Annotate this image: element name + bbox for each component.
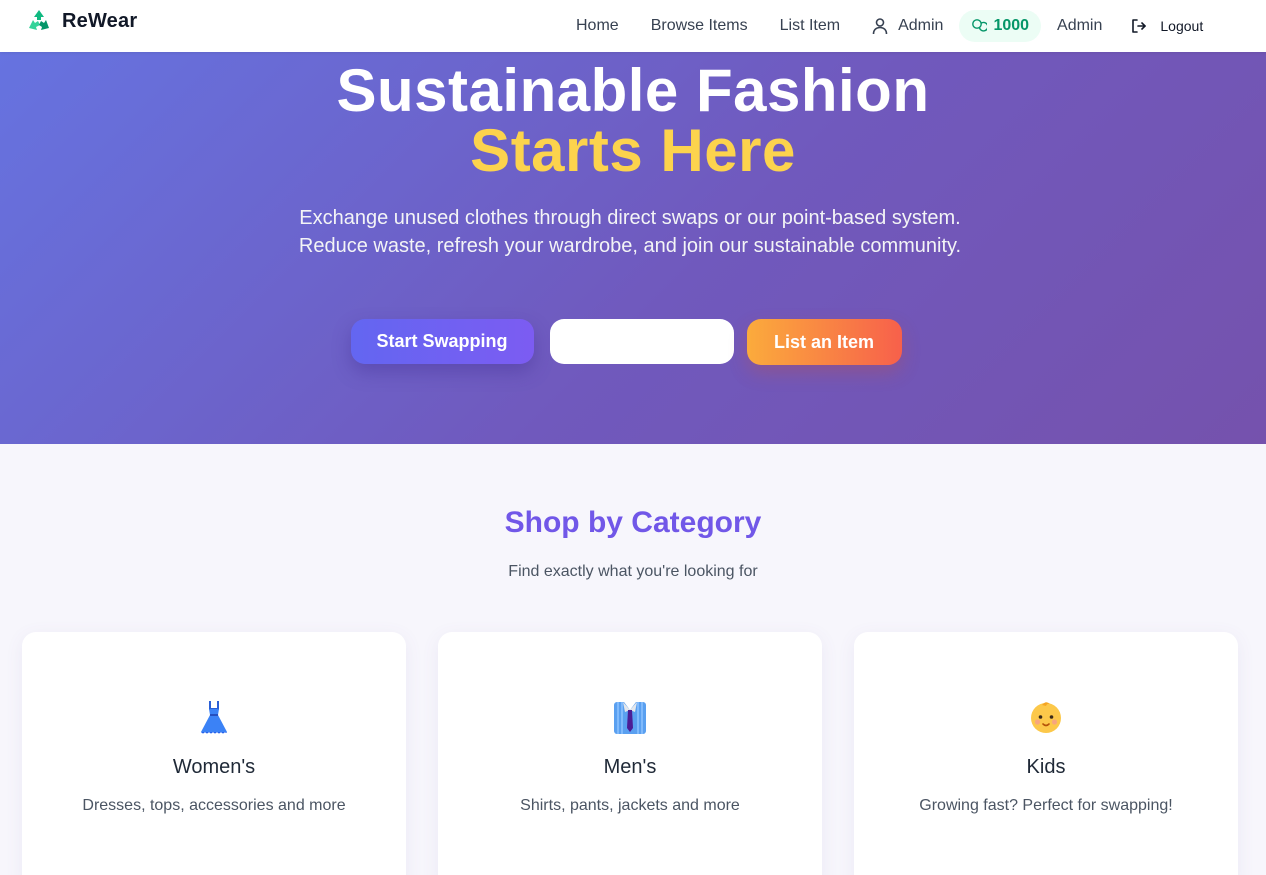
hero-actions: Start Swapping List an Item xyxy=(0,319,1266,365)
nav-user-profile[interactable]: Admin xyxy=(856,16,959,36)
category-title: Men's xyxy=(603,756,657,778)
category-card-womens[interactable]: Women's Dresses, tops, accessories and m… xyxy=(22,632,406,875)
user-icon xyxy=(872,18,888,35)
category-title: Women's xyxy=(172,756,256,778)
category-description: Growing fast? Perfect for swapping! xyxy=(919,797,1173,814)
hero-section: Sustainable Fashion Starts Here Exchange… xyxy=(0,52,1266,444)
nav-links: Home Browse Items List Item Admin 1000 A… xyxy=(560,0,1215,52)
hero-title-line2: Starts Here xyxy=(470,117,796,184)
recycle-icon xyxy=(29,10,49,30)
start-swapping-button[interactable]: Start Swapping xyxy=(350,319,534,364)
logout-icon xyxy=(1132,19,1147,33)
hero-subtitle: Exchange unused clothes through direct s… xyxy=(298,207,962,257)
coins-icon xyxy=(972,19,988,32)
category-section-title: Shop by Category xyxy=(504,506,762,539)
category-title: Kids xyxy=(1026,756,1066,778)
points-badge: 1000 xyxy=(959,10,1042,42)
nav-browse-items[interactable]: Browse Items xyxy=(635,17,764,35)
nav-list-item[interactable]: List Item xyxy=(764,17,856,35)
logout-button[interactable]: Logout xyxy=(1118,17,1215,35)
navbar: ReWear Home Browse Items List Item Admin… xyxy=(0,0,1266,52)
browse-button[interactable] xyxy=(549,319,734,364)
category-section-subtitle: Find exactly what you're looking for xyxy=(508,563,758,580)
points-value: 1000 xyxy=(993,17,1030,34)
shirt-tie-icon xyxy=(438,698,822,736)
brand-name: ReWear xyxy=(62,9,138,32)
dress-icon xyxy=(22,698,406,736)
nav-home[interactable]: Home xyxy=(560,17,635,35)
user-name: Admin xyxy=(898,17,944,34)
nav-admin[interactable]: Admin xyxy=(1041,17,1118,35)
category-description: Shirts, pants, jackets and more xyxy=(520,797,740,814)
category-description: Dresses, tops, accessories and more xyxy=(82,797,346,814)
category-card-mens[interactable]: Men's Shirts, pants, jackets and more xyxy=(438,632,822,875)
baby-face-icon xyxy=(854,698,1238,736)
category-card-kids[interactable]: Kids Growing fast? Perfect for swapping! xyxy=(854,632,1238,875)
list-item-button[interactable]: List an Item xyxy=(746,319,902,365)
brand[interactable]: ReWear xyxy=(26,8,137,34)
logout-label: Logout xyxy=(1160,18,1204,34)
